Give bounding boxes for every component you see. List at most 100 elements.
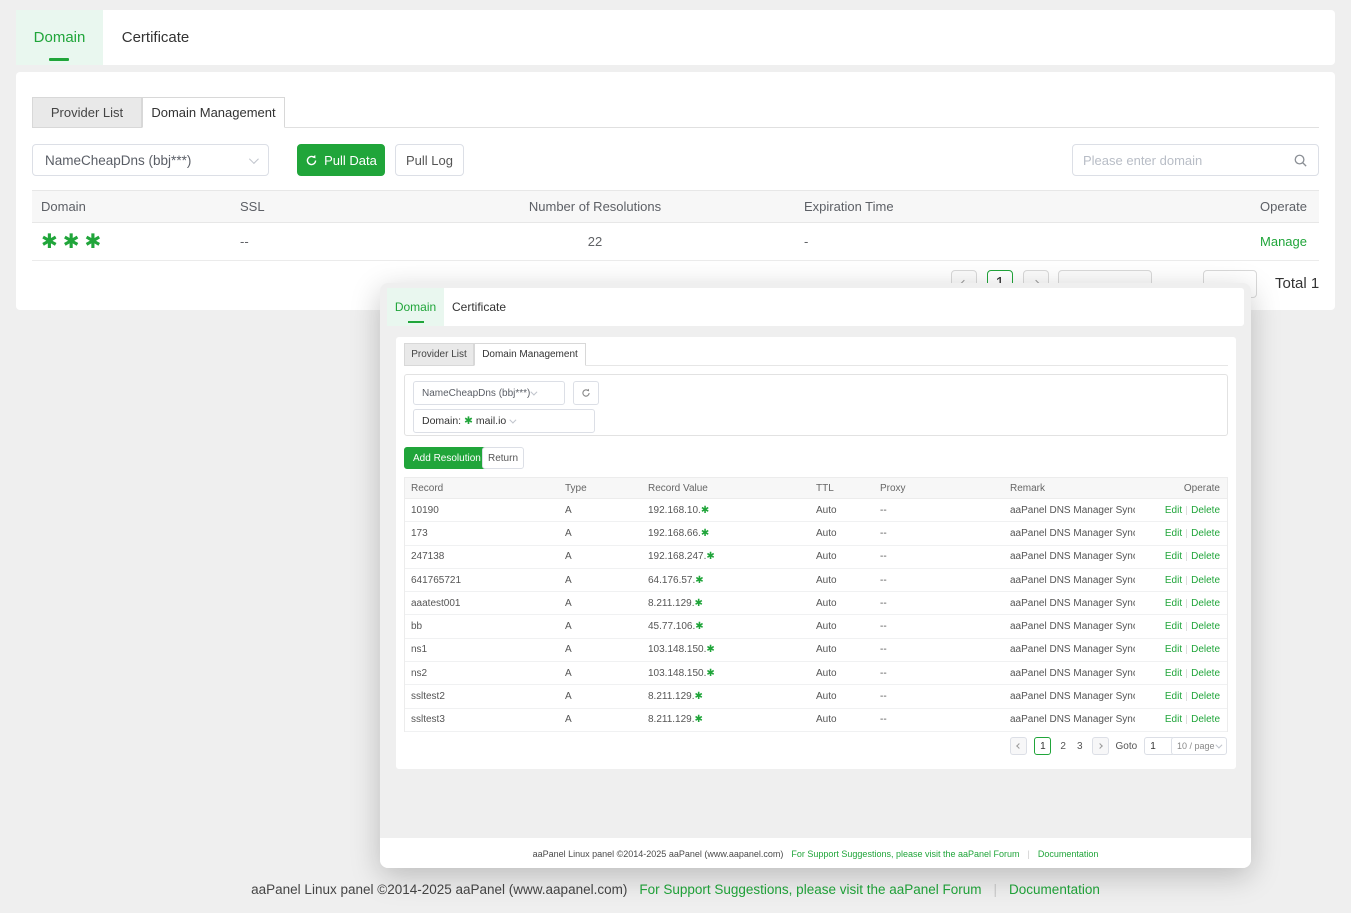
modal-domain-select[interactable]: Domain: ✱ mail.io — [413, 409, 595, 433]
delete-link[interactable]: Delete — [1191, 668, 1220, 679]
modal-next-page-button[interactable] — [1092, 737, 1109, 755]
edit-link[interactable]: Edit — [1165, 598, 1182, 609]
record-table: Record Type Record Value TTL Proxy Remar… — [404, 477, 1228, 732]
modal-footer-forum-link[interactable]: For Support Suggestions, please visit th… — [791, 849, 1019, 859]
modal-tab-provider-list[interactable]: Provider List — [404, 343, 474, 366]
tab-domain[interactable]: Domain — [16, 10, 103, 65]
remark-cell: aaPanel DNS Manager Sync — [1010, 691, 1135, 702]
modal-goto-label: Goto — [1116, 741, 1138, 752]
controls-row: NameCheapDns (bbj***) Pull Data Pull Log — [32, 144, 1319, 176]
record-value-cell: 192.168.66.✱ — [648, 528, 816, 539]
col-domain: Domain — [32, 199, 240, 214]
col-operate: Operate — [1135, 483, 1227, 494]
domain-search-input[interactable] — [1083, 153, 1293, 168]
edit-link[interactable]: Edit — [1165, 621, 1182, 632]
ttl-cell: Auto — [816, 714, 880, 725]
edit-link[interactable]: Edit — [1165, 714, 1182, 725]
edit-link[interactable]: Edit — [1165, 505, 1182, 516]
modal-per-page-select[interactable]: 10 / page — [1171, 737, 1227, 755]
edit-link[interactable]: Edit — [1165, 691, 1182, 702]
proxy-cell: -- — [880, 528, 1010, 539]
delete-link[interactable]: Delete — [1191, 598, 1220, 609]
modal-domain-select-label: Domain: — [422, 415, 461, 427]
modal-tab-domain-management[interactable]: Domain Management — [474, 343, 586, 366]
tab-certificate[interactable]: Certificate — [103, 10, 208, 65]
link-divider — [1186, 599, 1187, 608]
tab-domain-management[interactable]: Domain Management — [142, 97, 285, 128]
modal-select-box: NameCheapDns (bbj***) Domain: ✱ mail.io — [404, 374, 1228, 436]
record-table-row: 247138 A 192.168.247.✱ Auto -- aaPanel D… — [405, 546, 1227, 569]
ttl-cell: Auto — [816, 551, 880, 562]
record-table-row: aaatest001 A 8.211.129.✱ Auto -- aaPanel… — [405, 592, 1227, 615]
delete-link[interactable]: Delete — [1191, 621, 1220, 632]
ttl-cell: Auto — [816, 644, 880, 655]
remark-cell: aaPanel DNS Manager Sync — [1010, 551, 1135, 562]
record-table-row: 10190 A 192.168.10.✱ Auto -- aaPanel DNS… — [405, 499, 1227, 522]
pull-log-button[interactable]: Pull Log — [395, 144, 464, 176]
pull-data-button[interactable]: Pull Data — [297, 144, 385, 176]
modal-table-body: 10190 A 192.168.10.✱ Auto -- aaPanel DNS… — [405, 499, 1227, 732]
record-cell: bb — [405, 621, 565, 632]
record-cell: 10190 — [405, 505, 565, 516]
col-proxy: Proxy — [880, 483, 1010, 494]
return-button[interactable]: Return — [482, 447, 524, 469]
modal-tab-domain[interactable]: Domain — [387, 288, 444, 326]
link-divider — [1186, 669, 1187, 678]
pull-log-label: Pull Log — [406, 153, 453, 168]
edit-link[interactable]: Edit — [1165, 575, 1182, 586]
provider-select[interactable]: NameCheapDns (bbj***) — [32, 144, 269, 176]
col-record: Record — [405, 483, 565, 494]
link-divider — [1186, 692, 1187, 701]
remark-cell: aaPanel DNS Manager Sync — [1010, 714, 1135, 725]
record-table-row: ns1 A 103.148.150.✱ Auto -- aaPanel DNS … — [405, 639, 1227, 662]
masked-value-icon: ✱ — [706, 551, 714, 562]
delete-link[interactable]: Delete — [1191, 528, 1220, 539]
delete-link[interactable]: Delete — [1191, 551, 1220, 562]
edit-link[interactable]: Edit — [1165, 668, 1182, 679]
record-value-cell: 8.211.129.✱ — [648, 714, 816, 725]
edit-link[interactable]: Edit — [1165, 644, 1182, 655]
remark-cell: aaPanel DNS Manager Sync — [1010, 575, 1135, 586]
record-value-cell: 103.148.150.✱ — [648, 644, 816, 655]
delete-link[interactable]: Delete — [1191, 644, 1220, 655]
modal-tab-certificate[interactable]: Certificate — [444, 288, 514, 326]
masked-domain-icon: ✱ — [464, 415, 473, 427]
edit-link[interactable]: Edit — [1165, 551, 1182, 562]
record-cell: aaatest001 — [405, 598, 565, 609]
sub-tab-row: Provider List Domain Management — [32, 97, 1319, 128]
manage-link[interactable]: Manage — [1260, 234, 1307, 249]
footer-docs-link[interactable]: Documentation — [1009, 882, 1100, 897]
type-cell: A — [565, 668, 648, 679]
record-table-header: Record Type Record Value TTL Proxy Remar… — [405, 478, 1227, 499]
modal-page-1-button[interactable]: 1 — [1034, 737, 1051, 755]
delete-link[interactable]: Delete — [1191, 691, 1220, 702]
modal-refresh-button[interactable] — [573, 381, 599, 405]
proxy-cell: -- — [880, 668, 1010, 679]
domain-masked-value: ✱✱✱ — [32, 229, 240, 254]
link-divider — [1186, 529, 1187, 538]
record-value-cell: 103.148.150.✱ — [648, 668, 816, 679]
masked-value-icon: ✱ — [701, 528, 709, 539]
chevron-right-icon — [1097, 743, 1103, 749]
per-page-value: 10 / page — [1177, 741, 1215, 751]
footer-forum-link[interactable]: For Support Suggestions, please visit th… — [639, 882, 981, 897]
add-resolution-button[interactable]: Add Resolution — [404, 447, 490, 469]
modal-page-3-button[interactable]: 3 — [1075, 741, 1085, 752]
modal-footer-docs-link[interactable]: Documentation — [1038, 849, 1099, 859]
edit-link[interactable]: Edit — [1165, 528, 1182, 539]
modal-provider-select[interactable]: NameCheapDns (bbj***) — [413, 381, 565, 405]
modal-page-2-button[interactable]: 2 — [1058, 741, 1068, 752]
main-card: Provider List Domain Management NameChea… — [16, 72, 1335, 310]
modal-prev-page-button[interactable] — [1010, 737, 1027, 755]
search-icon[interactable] — [1293, 153, 1308, 168]
chevron-down-icon — [510, 416, 517, 423]
delete-link[interactable]: Delete — [1191, 575, 1220, 586]
tab-provider-list[interactable]: Provider List — [32, 97, 142, 128]
delete-link[interactable]: Delete — [1191, 714, 1220, 725]
ttl-cell: Auto — [816, 668, 880, 679]
type-cell: A — [565, 621, 648, 632]
col-ttl: TTL — [816, 483, 880, 494]
record-cell: ssltest2 — [405, 691, 565, 702]
domain-table: Domain SSL Number of Resolutions Expirat… — [32, 190, 1319, 261]
delete-link[interactable]: Delete — [1191, 505, 1220, 516]
